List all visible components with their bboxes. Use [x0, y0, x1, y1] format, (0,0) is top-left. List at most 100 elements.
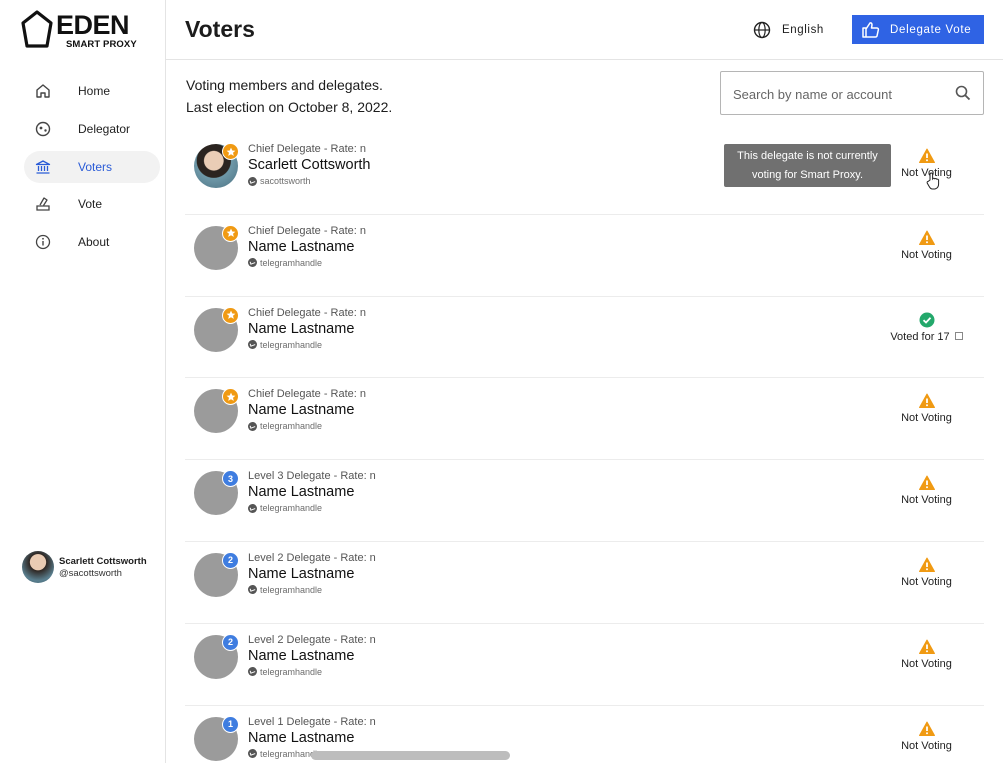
warning-icon	[919, 148, 935, 163]
user-handle: @sacottsworth	[59, 568, 122, 579]
voter-row[interactable]: Chief Delegate - Rate: n Name Lastname tel…	[185, 297, 984, 379]
current-user[interactable]: Scarlett Cottsworth @sacottsworth	[22, 551, 162, 583]
vote-status: Not Voting	[869, 639, 984, 675]
sidebar-item-vote[interactable]: Vote	[24, 188, 160, 220]
tooltip-line: voting for Smart Proxy.	[751, 169, 864, 181]
telegram-handle[interactable]: telegramhandle	[248, 258, 322, 268]
vote-status-text: Not Voting	[901, 412, 952, 425]
vote-status-text: Voted for 17	[890, 330, 950, 343]
sidebar-item-voters[interactable]: Voters	[24, 150, 160, 183]
warning-icon	[919, 230, 935, 245]
warning-icon	[919, 721, 935, 736]
delegate-name[interactable]: Name Lastname	[248, 484, 354, 500]
delegate-rank: Chief Delegate - Rate: n	[248, 306, 367, 319]
horizontal-scrollbar[interactable]	[311, 751, 510, 760]
handle-text: telegramhandle	[260, 666, 323, 677]
language-selector[interactable]: English	[753, 20, 824, 40]
warning-icon	[919, 639, 935, 654]
delegate-rank: Chief Delegate - Rate: n	[248, 224, 367, 237]
handle-text: telegramhandle	[260, 339, 323, 350]
telegram-icon	[248, 340, 257, 350]
telegram-handle[interactable]: telegramhandle	[248, 340, 322, 350]
voter-row[interactable]: 3 Level 3 Delegate - Rate: n Name Lastname…	[185, 460, 984, 542]
bank-icon	[35, 159, 51, 174]
thumbs-up-icon	[862, 22, 880, 38]
delegate-vote-button[interactable]: Delegate Vote	[852, 15, 984, 44]
vote-status: Not Voting	[869, 721, 984, 757]
telegram-handle[interactable]: telegramhandle	[248, 585, 322, 595]
search-box	[720, 71, 984, 115]
telegram-icon	[248, 176, 257, 186]
vote-status: Not Voting	[869, 475, 984, 511]
star-icon	[226, 310, 235, 319]
sidebar-item-home[interactable]: Home	[24, 75, 160, 107]
voter-row[interactable]: Chief Delegate - Rate: n Name Lastname tel…	[185, 215, 984, 297]
vote-status-label: Not Voting	[869, 740, 984, 752]
app-root: EDEN SMART PROXY Home Delegator Voters V…	[0, 0, 1003, 763]
delegator-icon	[35, 121, 51, 136]
search-input[interactable]	[733, 84, 943, 104]
sidebar-item-label: Vote	[78, 197, 103, 212]
telegram-handle[interactable]: telegramhandle	[248, 503, 322, 513]
vote-status-text: Not Voting	[901, 575, 952, 588]
page-header: Voters English Delegate Vote	[166, 0, 1003, 60]
voter-row[interactable]: 2 Level 2 Delegate - Rate: n Name Lastname…	[185, 542, 984, 624]
sidebar-nav: Home Delegator Voters Vote About	[24, 75, 160, 264]
voter-row[interactable]: 1 Level 1 Delegate - Rate: n Name Lastname…	[185, 706, 984, 763]
vote-status-text: Not Voting	[901, 657, 952, 670]
check-circle-icon	[919, 312, 935, 328]
vote-status-label: Voted for 17	[869, 331, 984, 343]
warning-icon	[919, 475, 935, 491]
level-badge: 2	[222, 633, 239, 651]
warning-icon	[919, 557, 935, 572]
handle-text: telegramhandle	[260, 584, 323, 595]
globe-icon	[753, 21, 771, 39]
delegate-name[interactable]: Scarlett Cottsworth	[248, 157, 371, 173]
vote-status-text: Not Voting	[901, 739, 952, 752]
pentagon-logo-icon	[21, 10, 53, 48]
delegate-name[interactable]: Name Lastname	[248, 566, 354, 582]
telegram-handle[interactable]: telegramhandle	[248, 667, 322, 677]
delegate-rank: Level 2 Delegate - Rate: n	[248, 633, 376, 646]
star-icon	[226, 392, 235, 401]
delegate-rank: Level 2 Delegate - Rate: n	[248, 551, 376, 564]
vote-status-label: Not Voting	[869, 249, 984, 261]
language-label: English	[782, 24, 824, 36]
level-badge: 1	[222, 715, 239, 733]
delegate-name[interactable]: Name Lastname	[248, 648, 354, 664]
page-title: Voters	[185, 16, 255, 42]
telegram-handle[interactable]: telegramhandle	[248, 421, 322, 431]
user-name: Scarlett Cottsworth	[59, 556, 147, 567]
handle-text: telegramhandle	[260, 257, 323, 268]
vote-status-label: Not Voting	[869, 412, 984, 424]
level-badge: 2	[222, 551, 239, 569]
avatar	[22, 551, 54, 583]
delegate-name[interactable]: Name Lastname	[248, 321, 354, 337]
vote-status-text: Not Voting	[901, 494, 952, 507]
telegram-handle[interactable]: sacottsworth	[248, 176, 311, 186]
delegate-rank: Chief Delegate - Rate: n	[248, 143, 367, 155]
delegate-rank: Chief Delegate - Rate: n	[248, 388, 367, 401]
delegate-name[interactable]: Name Lastname	[248, 239, 354, 255]
not-voting-tooltip: This delegate is not currently voting fo…	[724, 144, 891, 187]
vote-status: Not Voting	[869, 393, 984, 429]
external-link-icon[interactable]	[954, 331, 963, 340]
sidebar-item-label: About	[78, 235, 110, 250]
vote-status: Not Voting	[869, 230, 984, 266]
sidebar-item-about[interactable]: About	[24, 226, 160, 258]
eden-logo[interactable]: EDEN SMART PROXY	[20, 9, 140, 51]
star-icon	[226, 228, 235, 238]
home-icon	[36, 84, 50, 98]
voter-row[interactable]: Chief Delegate - Rate: n Name Lastname tel…	[185, 378, 984, 461]
vote-status[interactable]: Voted for 17	[869, 312, 984, 348]
delegate-name[interactable]: Name Lastname	[248, 402, 354, 418]
search-icon[interactable]	[955, 85, 971, 101]
warning-icon	[919, 393, 935, 409]
vote-status-label: Not Voting	[869, 658, 984, 670]
sidebar-item-label: Voters	[78, 159, 113, 174]
sidebar-item-delegator[interactable]: Delegator	[24, 113, 160, 145]
voter-row[interactable]: 2 Level 2 Delegate - Rate: n Name Lastname…	[185, 624, 984, 706]
info-icon	[35, 235, 51, 250]
delegate-name[interactable]: Name Lastname	[248, 730, 354, 746]
logo-subtitle: SMART PROXY	[66, 39, 137, 50]
